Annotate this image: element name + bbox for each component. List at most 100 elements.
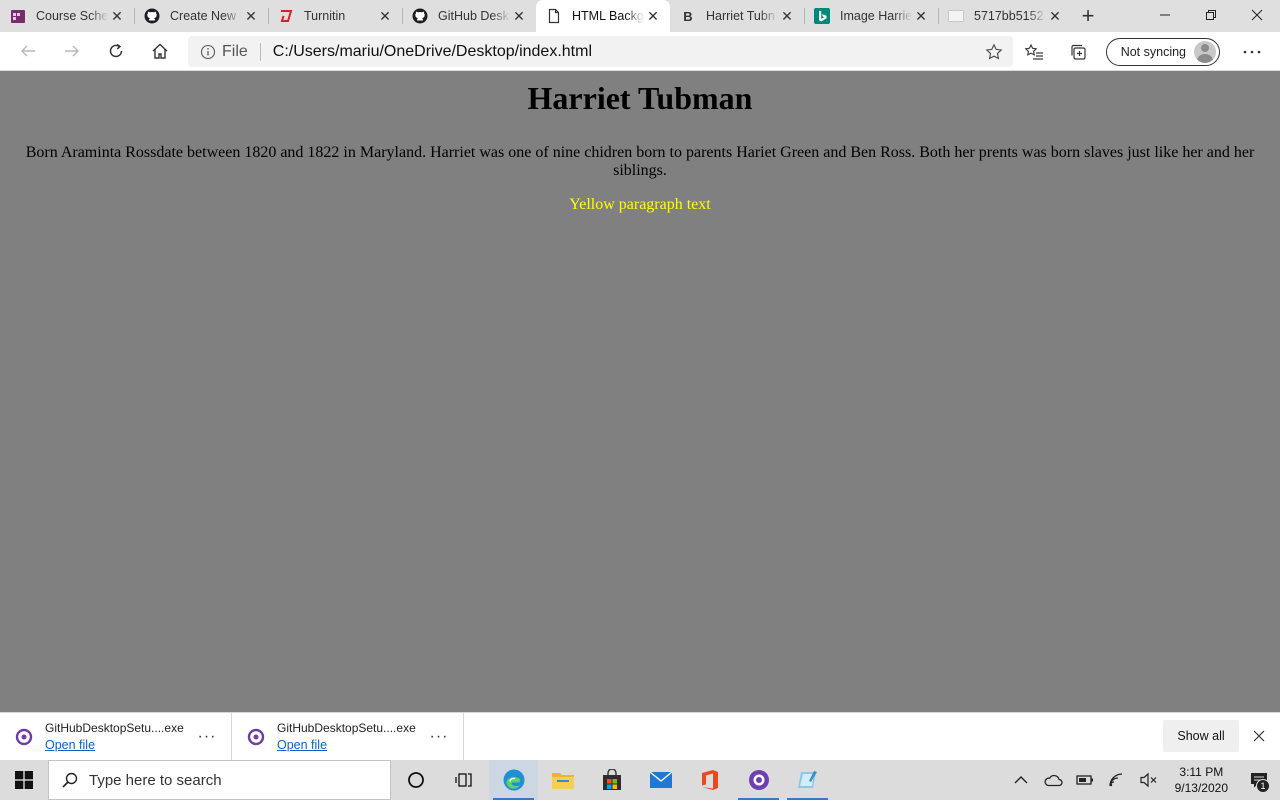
home-button[interactable]: [138, 33, 182, 69]
action-center-button[interactable]: 1: [1238, 760, 1280, 800]
download-item[interactable]: GitHubDesktopSetu....exe Open file ···: [0, 713, 232, 760]
close-tab-icon[interactable]: ✕: [644, 7, 662, 25]
close-window-button[interactable]: [1234, 0, 1280, 30]
tab-title: Create New: [170, 9, 236, 23]
office-icon: [701, 770, 718, 790]
tab-image-5717bb[interactable]: 5717bb5152 ✕: [938, 0, 1072, 32]
network-tray-button[interactable]: [1101, 760, 1133, 800]
profile-sync-label: Not syncing: [1120, 44, 1186, 59]
paint-button[interactable]: [783, 760, 832, 800]
tab-title: Turnitin: [304, 9, 346, 23]
tab-html-background[interactable]: HTML Backg ✕: [536, 0, 670, 32]
download-item[interactable]: GitHubDesktopSetu....exe Open file ···: [232, 713, 464, 760]
tab-github-desktop[interactable]: GitHub Desk ✕: [402, 0, 536, 32]
favorites-button[interactable]: [1012, 34, 1056, 70]
course-schedule-icon: [10, 8, 26, 24]
download-filename: GitHubDesktopSetu....exe: [277, 721, 416, 735]
search-placeholder: Type here to search: [89, 771, 222, 789]
image-icon: [948, 8, 964, 24]
bing-icon: [814, 8, 830, 24]
github-desktop-installer-icon: [247, 728, 265, 745]
store-icon: [602, 769, 621, 790]
tab-harriet-tubman[interactable]: B Harriet Tubn ✕: [670, 0, 804, 32]
close-tab-icon[interactable]: ✕: [1046, 7, 1064, 25]
edge-taskbar-button[interactable]: [489, 760, 538, 800]
office-button[interactable]: [685, 760, 734, 800]
close-tab-icon[interactable]: ✕: [108, 7, 126, 25]
close-tab-icon[interactable]: ✕: [778, 7, 796, 25]
file-explorer-icon: [551, 773, 574, 789]
show-hidden-icons-button[interactable]: [1005, 760, 1037, 800]
back-arrow-icon: [21, 45, 35, 57]
taskbar-search-box[interactable]: Type here to search: [48, 760, 391, 800]
settings-more-button[interactable]: [1230, 34, 1274, 70]
wifi-icon: [1108, 773, 1122, 787]
windows-taskbar: Type here to search 3:11 PM 9/13/2020 1: [0, 760, 1280, 800]
start-button[interactable]: [0, 760, 48, 800]
refresh-button[interactable]: [94, 33, 138, 69]
forward-button[interactable]: [50, 33, 94, 69]
volume-tray-button[interactable]: [1133, 760, 1165, 800]
paint-icon: [797, 771, 817, 788]
tab-title: Course Sche: [36, 9, 108, 23]
new-tab-button[interactable]: +: [1072, 0, 1104, 32]
mail-button[interactable]: [636, 760, 685, 800]
taskbar-clock[interactable]: 3:11 PM 9/13/2020: [1165, 764, 1238, 796]
download-options-icon[interactable]: ···: [193, 728, 221, 746]
close-tab-icon[interactable]: ✕: [242, 7, 260, 25]
turnitin-icon: [278, 8, 294, 24]
teams-button[interactable]: [734, 760, 783, 800]
search-icon: [62, 772, 78, 788]
store-button[interactable]: [587, 760, 636, 800]
address-bar[interactable]: File C:/Users/mariu/OneDrive/Desktop/ind…: [188, 36, 1013, 67]
scheme-label[interactable]: File: [222, 42, 261, 61]
open-file-link[interactable]: Open file: [277, 738, 425, 752]
collections-icon: [1071, 44, 1086, 60]
mail-icon: [649, 771, 672, 788]
file-explorer-button[interactable]: [538, 760, 587, 800]
chevron-up-icon: [1014, 776, 1028, 784]
page-heading: Harriet Tubman: [527, 80, 753, 116]
back-button[interactable]: [6, 33, 50, 69]
download-options-icon[interactable]: ···: [425, 728, 453, 746]
window-controls: [1142, 0, 1280, 32]
show-all-downloads-button[interactable]: Show all: [1163, 720, 1239, 752]
close-tab-icon[interactable]: ✕: [510, 7, 528, 25]
profile-button[interactable]: Not syncing: [1105, 37, 1220, 66]
tab-create-new[interactable]: Create New ✕: [134, 0, 268, 32]
system-tray: 3:11 PM 9/13/2020 1: [1005, 760, 1280, 800]
tab-title: Image Harrie: [840, 9, 912, 23]
volume-muted-icon: [1140, 772, 1157, 788]
home-icon: [152, 43, 168, 59]
url-text[interactable]: C:/Users/mariu/OneDrive/Desktop/index.ht…: [273, 43, 592, 61]
close-download-bar-icon[interactable]: [1250, 727, 1268, 745]
page-icon: [546, 8, 562, 24]
favorite-star-icon[interactable]: [985, 43, 1003, 61]
open-file-link[interactable]: Open file: [45, 738, 193, 752]
notification-count-badge: 1: [1256, 779, 1270, 793]
tab-course-schedule[interactable]: Course Sche ✕: [0, 0, 134, 32]
tab-title: GitHub Desk: [438, 9, 509, 23]
restore-button[interactable]: [1188, 0, 1234, 30]
cortana-icon: [407, 772, 424, 788]
toolbar-right: Not syncing: [1012, 32, 1280, 71]
battery-icon: [1075, 775, 1093, 785]
browser-toolbar: File C:/Users/mariu/OneDrive/Desktop/ind…: [0, 32, 1280, 71]
onedrive-tray-button[interactable]: [1037, 760, 1069, 800]
tab-turnitin[interactable]: Turnitin ✕: [268, 0, 402, 32]
task-view-button[interactable]: [440, 760, 489, 800]
avatar-icon: [1194, 40, 1216, 63]
close-tab-icon[interactable]: ✕: [912, 7, 930, 25]
bold-b-icon: B: [683, 8, 693, 24]
battery-tray-button[interactable]: [1069, 760, 1101, 800]
tab-image-harriet[interactable]: Image Harrie ✕: [804, 0, 938, 32]
clock-date: 9/13/2020: [1174, 781, 1228, 795]
cortana-button[interactable]: [391, 760, 440, 800]
collections-button[interactable]: [1056, 34, 1100, 70]
download-filename: GitHubDesktopSetu....exe: [45, 721, 184, 735]
close-tab-icon[interactable]: ✕: [376, 7, 394, 25]
minimize-button[interactable]: [1142, 0, 1188, 30]
info-icon: [200, 44, 216, 59]
tab-title: 5717bb5152: [974, 9, 1044, 23]
onedrive-cloud-icon: [1044, 774, 1063, 787]
